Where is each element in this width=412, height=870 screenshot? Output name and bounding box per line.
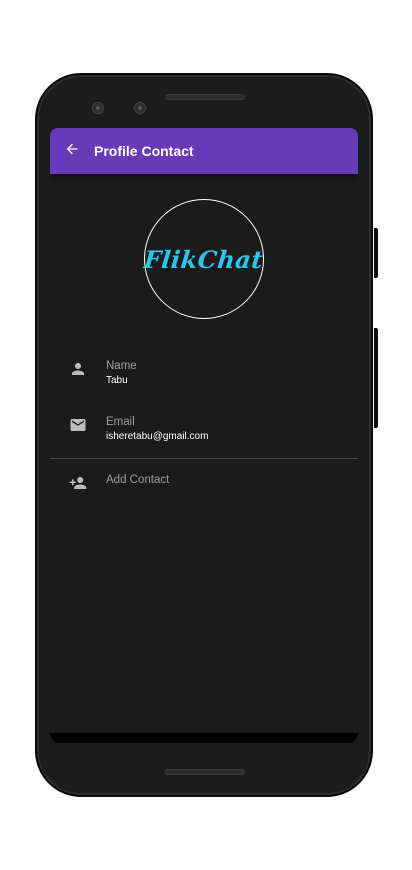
back-button[interactable] [50, 128, 94, 174]
contact-name-row: Name Tabu [50, 359, 358, 388]
contact-email-row: Email isheretabu@gmail.com [50, 415, 358, 444]
bottom-speaker [165, 769, 245, 775]
email-value: isheretabu@gmail.com [106, 431, 209, 442]
page-title: Profile Contact [94, 143, 194, 159]
flikchat-logo: FlikChat [142, 244, 266, 274]
divider [50, 458, 358, 459]
email-label: Email [106, 416, 135, 428]
person-add-icon [68, 474, 88, 497]
name-value: Tabu [106, 375, 128, 386]
earpiece-speaker [165, 94, 245, 100]
app-bar: Profile Contact [50, 128, 358, 174]
mail-icon [69, 416, 87, 439]
system-nav-bar [50, 733, 358, 743]
name-label: Name [106, 360, 137, 372]
add-contact-label: Add Contact [106, 474, 170, 486]
device-stage: Profile Contact FlikChat Name Tabu Email… [0, 0, 412, 870]
person-icon [69, 360, 87, 383]
front-sensor [134, 102, 146, 114]
profile-avatar: FlikChat [142, 199, 266, 319]
arrow-back-icon [64, 141, 80, 162]
front-camera [92, 102, 104, 114]
add-contact-button[interactable]: Add Contact [50, 473, 358, 497]
power-button [374, 228, 378, 278]
volume-button [374, 328, 378, 428]
app-screen: Profile Contact FlikChat Name Tabu Email… [50, 128, 358, 743]
